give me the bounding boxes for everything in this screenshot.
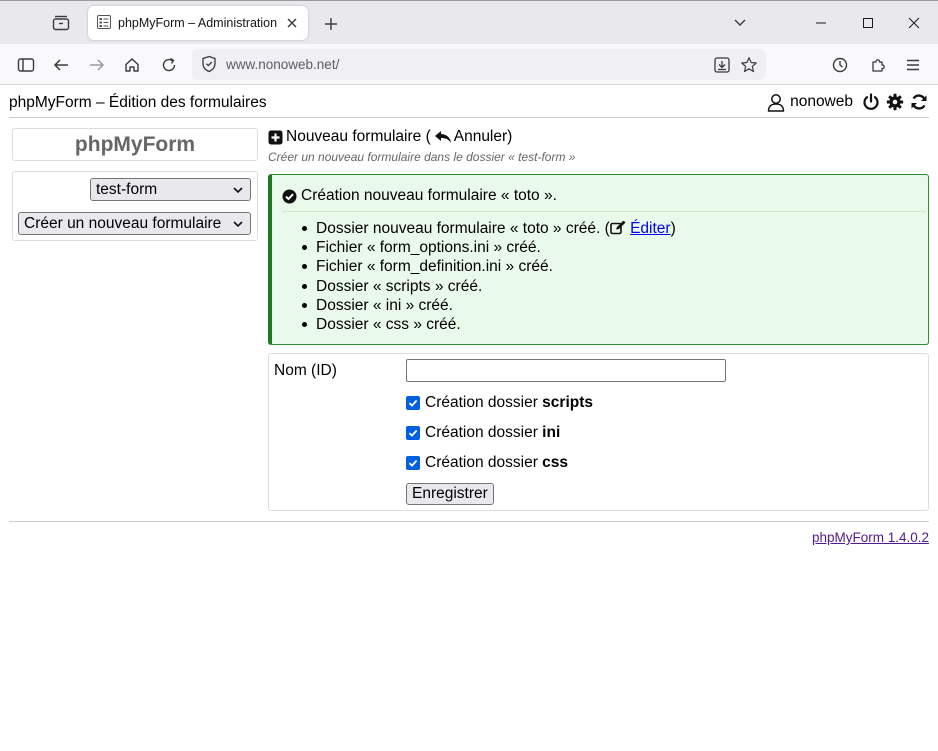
list-item: Fichier « form_definition.ini » créé. xyxy=(300,257,676,276)
divider xyxy=(282,211,926,212)
checkbox-label-folder: ini xyxy=(542,424,561,441)
user-icon[interactable] xyxy=(766,92,786,112)
list-item: Dossier « scripts » créé. xyxy=(300,277,676,296)
history-clock-icon[interactable] xyxy=(828,53,852,77)
checkbox-checked-icon[interactable] xyxy=(406,456,420,470)
checkbox-checked-icon[interactable] xyxy=(406,396,420,410)
action-select[interactable]: Créer un nouveau formulaire xyxy=(18,212,251,235)
action-select-value: Créer un nouveau formulaire xyxy=(24,215,222,232)
name-id-input[interactable] xyxy=(406,359,726,382)
success-message: Création nouveau formulaire « toto ». Do… xyxy=(268,174,929,345)
section-title-end: ) xyxy=(507,128,513,145)
checkbox-label-folder: scripts xyxy=(542,394,594,411)
hamburger-menu-icon[interactable] xyxy=(901,53,925,77)
edit-link[interactable]: Éditer xyxy=(630,220,671,237)
success-list: Dossier nouveau formulaire « toto » créé… xyxy=(300,219,676,334)
section-title-text: Nouveau formulaire ( xyxy=(286,128,431,145)
brand-title: phpMyForm xyxy=(12,128,258,161)
plus-square-icon xyxy=(268,130,283,145)
checkbox-scripts[interactable]: Création dossier scripts xyxy=(406,394,593,412)
form-select[interactable]: test-form xyxy=(90,178,251,201)
sidebar-toggle-icon[interactable] xyxy=(14,53,38,77)
checkbox-label-prefix: Création dossier xyxy=(425,454,543,471)
form-favicon-icon xyxy=(96,14,112,33)
tab-list-chevron-icon[interactable] xyxy=(729,13,751,33)
version-link[interactable]: phpMyForm 1.4.0.2 xyxy=(812,530,929,545)
browser-titlebar: phpMyForm – Administration xyxy=(0,0,938,44)
tab-overview-icon[interactable] xyxy=(48,11,74,35)
section-title: Nouveau formulaire ( Annuler ) xyxy=(268,128,512,146)
chevron-down-icon xyxy=(233,187,243,194)
user-area: nonoweb xyxy=(766,92,929,112)
save-button[interactable]: Enregistrer xyxy=(406,483,494,505)
list-item: Dossier nouveau formulaire « toto » créé… xyxy=(300,219,676,238)
sidebar-panel: test-form Créer un nouveau formulaire xyxy=(12,171,258,241)
bookmark-star-icon[interactable] xyxy=(739,55,759,75)
checkbox-css[interactable]: Création dossier css xyxy=(406,454,568,472)
checkbox-label-folder: css xyxy=(542,454,569,471)
close-tab-icon[interactable] xyxy=(284,15,300,31)
list-item: Dossier « css » créé. xyxy=(300,315,676,334)
footer-divider xyxy=(9,521,929,522)
cancel-label[interactable]: Annuler xyxy=(454,128,507,146)
power-icon[interactable] xyxy=(861,92,881,112)
new-form-panel: Nom (ID) Création dossier scripts Créati… xyxy=(268,353,929,511)
name-label: Nom (ID) xyxy=(274,362,337,379)
edit-icon[interactable] xyxy=(609,220,626,240)
maximize-icon[interactable] xyxy=(857,13,879,33)
home-icon[interactable] xyxy=(120,53,144,77)
reply-arrow-icon xyxy=(434,131,451,143)
new-tab-icon[interactable] xyxy=(320,13,342,35)
gear-icon[interactable] xyxy=(885,92,905,112)
back-arrow-icon[interactable] xyxy=(49,53,73,77)
minimize-icon[interactable] xyxy=(810,13,832,33)
page-title: phpMyForm – Édition des formulaires xyxy=(9,94,267,111)
chevron-down-icon xyxy=(233,221,243,228)
close-window-icon[interactable] xyxy=(903,13,925,33)
page-header: phpMyForm – Édition des formulaires nono… xyxy=(9,90,929,118)
success-heading: Création nouveau formulaire « toto ». xyxy=(282,187,557,205)
tab-title: phpMyForm – Administration xyxy=(118,16,278,30)
forward-arrow-icon[interactable] xyxy=(85,53,109,77)
list-item: Fichier « form_options.ini » créé. xyxy=(300,238,676,257)
url-text[interactable]: www.nonoweb.net/ xyxy=(226,57,339,72)
browser-tab-active[interactable]: phpMyForm – Administration xyxy=(88,6,308,40)
section-subtitle: Créer un nouveau formulaire dans le doss… xyxy=(268,150,576,164)
checkbox-ini[interactable]: Création dossier ini xyxy=(406,424,560,442)
checkbox-checked-icon[interactable] xyxy=(406,426,420,440)
shield-icon[interactable] xyxy=(200,55,218,73)
download-page-icon[interactable] xyxy=(712,55,732,75)
refresh-icon[interactable] xyxy=(909,92,929,112)
username[interactable]: nonoweb xyxy=(790,93,853,111)
browser-navbar: www.nonoweb.net/ xyxy=(0,44,938,85)
cancel-link[interactable]: Annuler xyxy=(434,128,507,146)
reload-icon[interactable] xyxy=(157,53,181,77)
checkbox-label-prefix: Création dossier xyxy=(425,394,543,411)
extensions-puzzle-icon[interactable] xyxy=(866,53,890,77)
url-bar[interactable]: www.nonoweb.net/ xyxy=(192,49,766,80)
check-circle-icon xyxy=(282,189,297,204)
list-item: Dossier « ini » créé. xyxy=(300,296,676,315)
checkbox-label-prefix: Création dossier xyxy=(425,424,543,441)
success-heading-text: Création nouveau formulaire « toto ». xyxy=(301,187,557,204)
form-select-value: test-form xyxy=(96,181,158,198)
